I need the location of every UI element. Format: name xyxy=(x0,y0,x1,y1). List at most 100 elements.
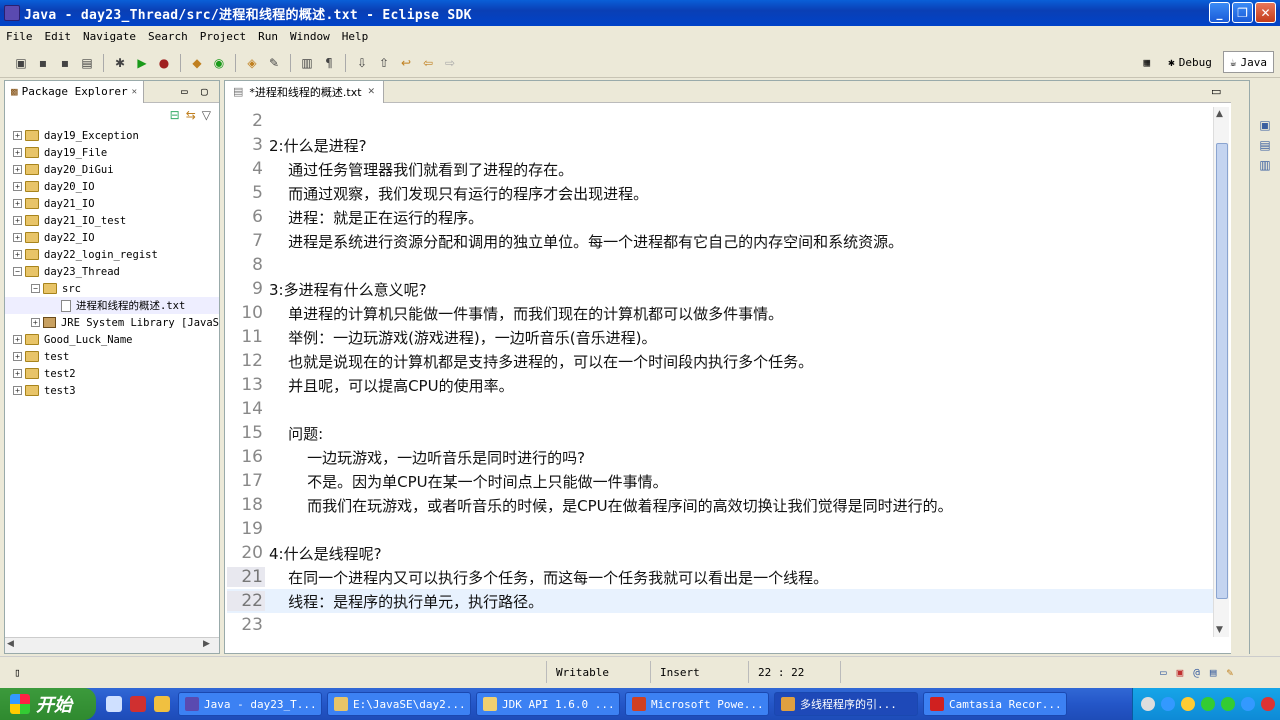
tree-item[interactable]: + test3 xyxy=(5,382,219,399)
close-icon[interactable]: ✕ xyxy=(132,87,137,97)
tray-icon[interactable] xyxy=(1261,697,1275,711)
task-powerpoint[interactable]: Microsoft Powe... xyxy=(625,692,769,716)
link-editor-icon[interactable]: ⇆ xyxy=(186,108,196,122)
code-line: 13 并且呢，可以提高CPU的使用率。 xyxy=(241,375,514,395)
minimize-editor-icon[interactable]: ▭ xyxy=(1211,85,1223,98)
external-tools-icon[interactable]: ● xyxy=(155,54,173,72)
code-line: 15 问题: xyxy=(241,423,324,443)
tab-editor-file[interactable]: ▤ *进程和线程的概述.txt ✕ xyxy=(225,80,385,103)
toggle-block-icon[interactable]: ▥ xyxy=(298,54,316,72)
menu-edit[interactable]: Edit xyxy=(39,30,78,43)
tree-item[interactable]: + day20_DiGui xyxy=(5,161,219,178)
tree-item[interactable]: + day20_IO xyxy=(5,178,219,195)
scroll-right-icon[interactable]: ▶ xyxy=(203,639,215,651)
minimize-button[interactable]: _ xyxy=(1209,2,1230,23)
tree-item[interactable]: + Good_Luck_Name xyxy=(5,331,219,348)
scroll-left-icon[interactable]: ◀ xyxy=(7,639,19,651)
menu-window[interactable]: Window xyxy=(284,30,336,43)
horizontal-scrollbar[interactable]: ◀ ▶ xyxy=(5,637,219,653)
tree-item[interactable]: + day22_login_regist xyxy=(5,246,219,263)
javadoc-icon[interactable]: @ xyxy=(1193,666,1200,679)
browser-icon[interactable] xyxy=(130,696,146,712)
perspective-java[interactable]: ☕ Java xyxy=(1222,51,1274,73)
menu-help[interactable]: Help xyxy=(336,30,375,43)
restore-icon[interactable]: ▭ xyxy=(1160,666,1167,679)
tree-item[interactable]: + test xyxy=(5,348,219,365)
forward-icon[interactable]: ⇨ xyxy=(441,54,459,72)
task-notes[interactable]: 多线程程序的引... xyxy=(774,692,918,716)
print-icon[interactable]: ▤ xyxy=(78,54,96,72)
task-camtasia[interactable]: Camtasia Recor... xyxy=(923,692,1067,716)
close-button[interactable]: ✕ xyxy=(1255,2,1276,23)
tree-item[interactable]: + day19_File xyxy=(5,144,219,161)
tray-icon[interactable] xyxy=(1221,697,1235,711)
code-line: 10 单进程的计算机只能做一件事情，而我们现在的计算机都可以做多件事情。 xyxy=(241,303,784,323)
explorer-icon[interactable] xyxy=(154,696,170,712)
menu-navigate[interactable]: Navigate xyxy=(77,30,142,43)
menu-file[interactable]: File xyxy=(0,30,39,43)
new-icon[interactable]: ▣ xyxy=(12,54,30,72)
tree-item[interactable]: − src xyxy=(5,280,219,297)
search-icon[interactable]: ✎ xyxy=(265,54,283,72)
project-icon xyxy=(25,198,39,209)
powerpoint-icon xyxy=(632,697,646,711)
maximize-button[interactable]: ❐ xyxy=(1232,2,1253,23)
minimize-view-icon[interactable]: ▭ xyxy=(181,85,193,98)
save-all-icon[interactable]: ▪ xyxy=(56,54,74,72)
code-line: 7 进程是系统进行资源分配和调用的独立单位。每一个进程都有它自己的内存空间和系统… xyxy=(252,231,904,251)
task-explorer[interactable]: E:\JavaSE\day2... xyxy=(327,692,471,716)
task-eclipse[interactable]: Java - day23_T... xyxy=(178,692,322,716)
view-menu-icon[interactable]: ▽ xyxy=(202,108,211,122)
debug-icon[interactable]: ✱ xyxy=(111,54,129,72)
tree-item-selected[interactable]: 进程和线程的概述.txt xyxy=(5,297,219,314)
save-icon[interactable]: ▪ xyxy=(34,54,52,72)
tray-icon[interactable] xyxy=(1201,697,1215,711)
vertical-scrollbar[interactable]: ▲ ▼ xyxy=(1213,107,1229,637)
tree-item[interactable]: + JRE System Library [JavaS xyxy=(5,314,219,331)
run-icon[interactable]: ▶ xyxy=(133,54,151,72)
close-icon[interactable]: ✕ xyxy=(368,87,376,97)
prev-annotation-icon[interactable]: ⇧ xyxy=(375,54,393,72)
tasks-icon[interactable]: ▥ xyxy=(1259,158,1270,172)
code-line: 11 举例：一边玩游戏(游戏进程)，一边听音乐(音乐进程)。 xyxy=(241,327,657,347)
open-perspective-button[interactable]: ▦ xyxy=(1137,51,1158,73)
outline-icon[interactable]: ▣ xyxy=(1259,118,1270,132)
scroll-down-icon[interactable]: ▼ xyxy=(1216,625,1223,635)
task-jdk-api[interactable]: JDK API 1.6.0 ... xyxy=(476,692,620,716)
tree-item[interactable]: − day23_Thread xyxy=(5,263,219,280)
problems-icon[interactable]: ▣ xyxy=(1177,666,1184,679)
desktop-icon[interactable] xyxy=(106,696,122,712)
tray-icon[interactable] xyxy=(1241,697,1255,711)
tray-icon[interactable] xyxy=(1161,697,1175,711)
back-icon[interactable]: ⇦ xyxy=(419,54,437,72)
tab-package-explorer[interactable]: ▩ Package Explorer ✕ xyxy=(5,80,145,103)
tree-item[interactable]: + day21_IO xyxy=(5,195,219,212)
menu-search[interactable]: Search xyxy=(142,30,194,43)
collapse-all-icon[interactable]: ⊟ xyxy=(170,108,180,122)
new-java-project-icon[interactable]: ◆ xyxy=(188,54,206,72)
menu-project[interactable]: Project xyxy=(194,30,252,43)
tray-icon[interactable] xyxy=(1141,697,1155,711)
next-annotation-icon[interactable]: ⇩ xyxy=(353,54,371,72)
text-editor[interactable]: 2 3 2:什么是进程? 4 通过任务管理器我们就看到了进程的存在。 5 而通过观… xyxy=(227,109,1219,643)
menu-run[interactable]: Run xyxy=(252,30,284,43)
show-whitespace-icon[interactable]: ¶ xyxy=(320,54,338,72)
new-class-icon[interactable]: ◉ xyxy=(210,54,228,72)
open-type-icon[interactable]: ◈ xyxy=(243,54,261,72)
tray-icon[interactable] xyxy=(1181,697,1195,711)
tree-item[interactable]: + day19_Exception xyxy=(5,127,219,144)
console-icon[interactable]: ✎ xyxy=(1227,666,1234,679)
tree-item[interactable]: + day21_IO_test xyxy=(5,212,219,229)
tree-item[interactable]: + day22_IO xyxy=(5,229,219,246)
maximize-view-icon[interactable]: ▢ xyxy=(201,85,213,98)
perspective-debug[interactable]: ✱ Debug xyxy=(1161,51,1219,73)
scroll-up-icon[interactable]: ▲ xyxy=(1216,109,1223,119)
fast-view-icon[interactable]: ▯ xyxy=(14,663,21,681)
hierarchy-icon[interactable]: ▤ xyxy=(1259,138,1270,152)
code-line: 12 也就是说现在的计算机都是支持多进程的，可以在一个时间段内执行多个任务。 xyxy=(241,351,814,371)
last-edit-icon[interactable]: ↩ xyxy=(397,54,415,72)
tree-item[interactable]: + test2 xyxy=(5,365,219,382)
scroll-thumb[interactable] xyxy=(1216,143,1228,599)
declaration-icon[interactable]: ▤ xyxy=(1210,666,1217,679)
start-button[interactable]: 开始 xyxy=(0,688,96,720)
